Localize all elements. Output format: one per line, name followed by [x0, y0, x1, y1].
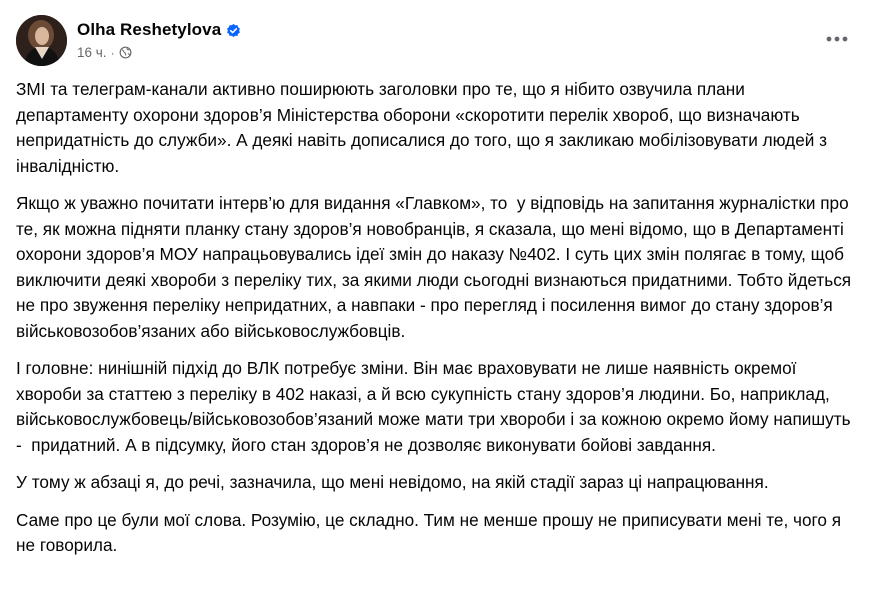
post-paragraph: Якщо ж уважно почитати інтерв’ю для вида…	[16, 193, 856, 341]
post-timestamp[interactable]: 16 ч.	[77, 45, 107, 60]
verified-icon	[226, 23, 241, 38]
author-row: Olha Reshetylova	[77, 20, 241, 40]
meta-separator: ·	[110, 45, 115, 60]
post-paragraph: І головне: нинішній підхід до ВЛК потреб…	[16, 358, 856, 455]
post-paragraph: У тому ж абзаці я, до речі, зазначила, щ…	[16, 472, 769, 492]
avatar[interactable]	[16, 15, 67, 66]
post-paragraph: ЗМІ та телеграм-канали активно поширюють…	[16, 79, 832, 176]
post-header: Olha Reshetylova 16 ч. ·	[16, 15, 857, 69]
post-body: ЗМІ та телеграм-канали активно поширюють…	[16, 77, 854, 571]
author-name[interactable]: Olha Reshetylova	[77, 20, 221, 40]
facebook-post: Olha Reshetylova 16 ч. · ЗМІ та телеграм…	[0, 0, 873, 593]
more-horizontal-icon[interactable]	[823, 29, 851, 49]
post-paragraph: Саме про це були мої слова. Розумію, це …	[16, 509, 846, 556]
globe-icon[interactable]	[119, 46, 132, 59]
post-meta: 16 ч. ·	[77, 45, 132, 60]
